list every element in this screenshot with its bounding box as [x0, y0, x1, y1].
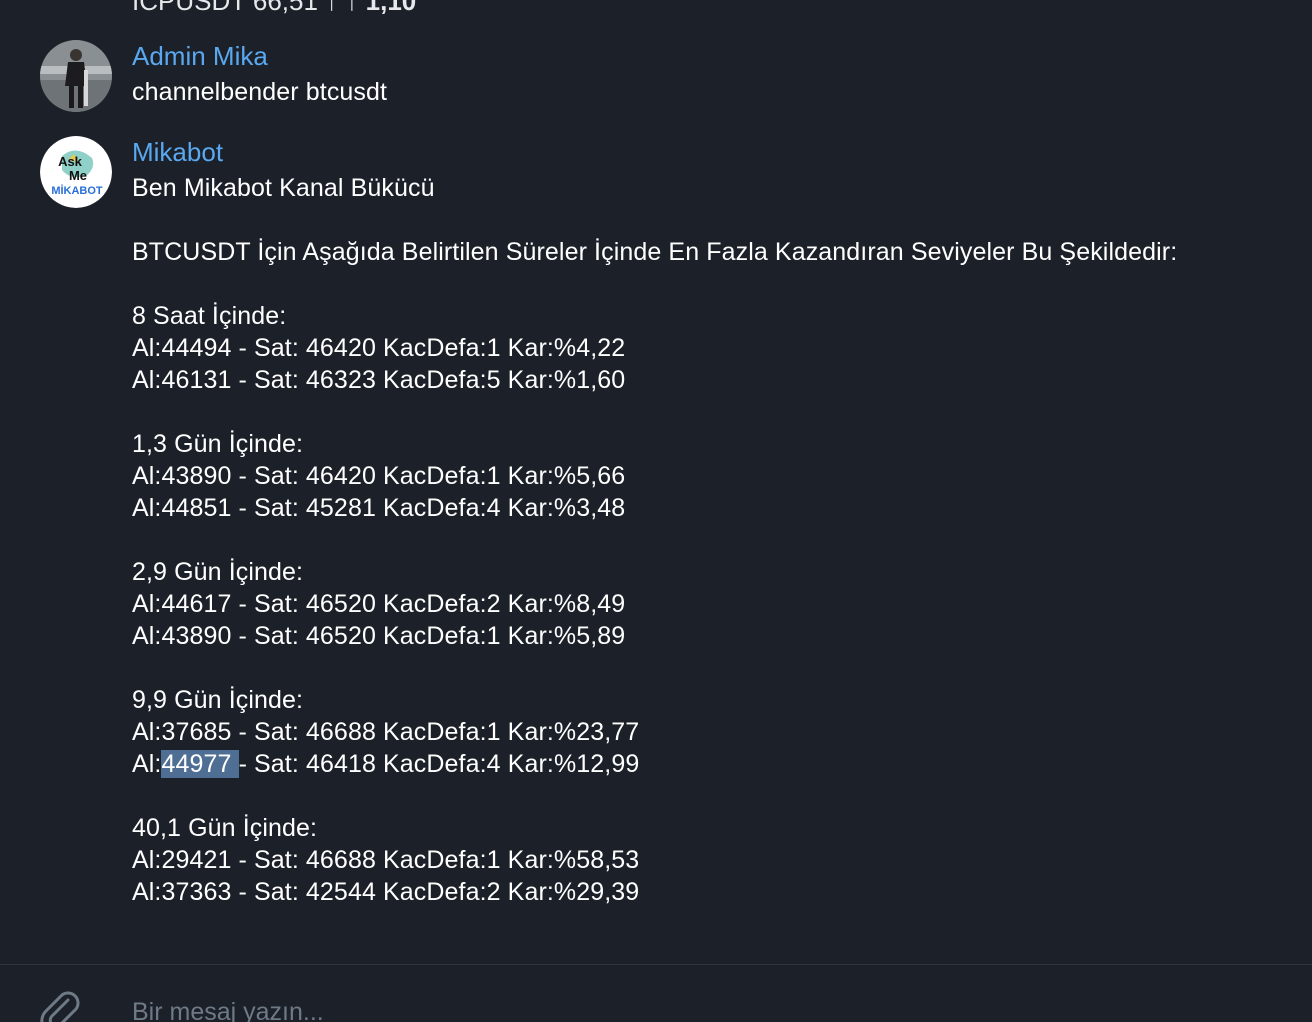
- paperclip-icon[interactable]: [38, 990, 84, 1022]
- avatar-text-me: Me: [69, 168, 87, 183]
- bot-avatar[interactable]: Ask Me MİKABOT: [40, 136, 112, 208]
- text-selection[interactable]: 44977: [161, 750, 239, 778]
- level-line: Al:37685 - Sat: 46688 KacDefa:1 Kar:%23,…: [132, 718, 640, 746]
- group-title: 1,3 Gün İçinde:: [132, 430, 304, 458]
- headline-line: BTCUSDT İçin Aşağıda Belirtilen Süreler …: [132, 238, 1178, 266]
- message-body: Ben Mikabot Kanal Bükücü BTCUSDT İçin Aş…: [132, 172, 1177, 908]
- level-line: Al:46131 - Sat: 46323 KacDefa:5 Kar:%1,6…: [132, 366, 626, 394]
- message-input[interactable]: Bir mesaj yazın...: [132, 998, 324, 1022]
- previous-change: 1,10: [365, 0, 417, 16]
- level-line: Al:44851 - Sat: 45281 KacDefa:4 Kar:%3,4…: [132, 494, 626, 522]
- level-line: Al:43890 - Sat: 46420 KacDefa:1 Kar:%5,6…: [132, 462, 626, 490]
- group-title: 9,9 Gün İçinde:: [132, 686, 304, 714]
- sender-name[interactable]: Admin Mika: [132, 40, 268, 72]
- line-prefix: Al:: [132, 750, 162, 778]
- avatar-text-ask: Ask: [58, 154, 83, 169]
- level-line: Al:44617 - Sat: 46520 KacDefa:2 Kar:%8,4…: [132, 590, 626, 618]
- sender-name[interactable]: Mikabot: [132, 136, 223, 168]
- message-text: channelbender btcusdt: [132, 78, 388, 106]
- level-line: Al:37363 - Sat: 42544 KacDefa:2 Kar:%29,…: [132, 878, 640, 906]
- group-title: 2,9 Gün İçinde:: [132, 558, 304, 586]
- group-title: 40,1 Gün İçinde:: [132, 814, 318, 842]
- previous-pair: ICPUSDT: [132, 0, 246, 16]
- previous-value: 66,51 ↑ ↑: [252, 0, 359, 16]
- composer-divider: [0, 964, 1312, 965]
- previous-message-tail: ICPUSDT 66,51 ↑ ↑ 1,10: [132, 0, 416, 17]
- avatar[interactable]: [40, 40, 112, 112]
- line-suffix: - Sat: 46418 KacDefa:4 Kar:%12,99: [238, 750, 640, 778]
- level-line: Al:43890 - Sat: 46520 KacDefa:1 Kar:%5,8…: [132, 622, 626, 650]
- level-line: Al:44494 - Sat: 46420 KacDefa:1 Kar:%4,2…: [132, 334, 626, 362]
- level-line-selected: Al:44977 - Sat: 46418 KacDefa:4 Kar:%12,…: [132, 748, 1177, 780]
- avatar-text-mikabot: MİKABOT: [51, 184, 103, 197]
- level-line: Al:29421 - Sat: 46688 KacDefa:1 Kar:%58,…: [132, 846, 640, 874]
- intro-line: Ben Mikabot Kanal Bükücü: [132, 174, 435, 202]
- chat-window: ICPUSDT 66,51 ↑ ↑ 1,10 Admin Mika channe…: [0, 0, 1312, 1022]
- group-title: 8 Saat İçinde:: [132, 302, 287, 330]
